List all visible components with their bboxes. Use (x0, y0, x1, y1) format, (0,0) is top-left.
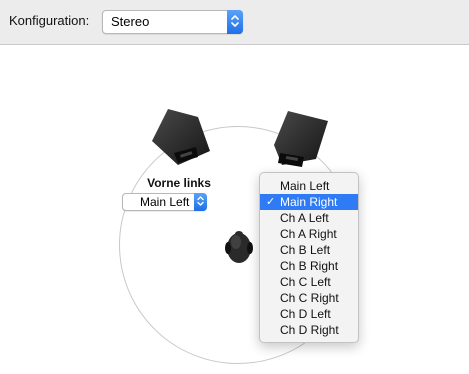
menu-item-label: Ch A Right (280, 227, 337, 241)
menu-item[interactable]: ✓ Main Right (260, 194, 358, 210)
speaker-icon[interactable] (272, 109, 330, 176)
menu-item-label: Main Right (280, 195, 338, 209)
menu-item[interactable]: Ch A Left (260, 210, 358, 226)
front-left-channel-select[interactable]: Main Left (122, 193, 207, 211)
menu-item[interactable]: Ch D Right (260, 322, 358, 338)
listener-head-icon (224, 226, 254, 271)
menu-item-label: Ch D Left (280, 307, 331, 321)
configuration-select[interactable]: Stereo (102, 10, 243, 34)
menu-item[interactable]: Ch B Left (260, 242, 358, 258)
up-down-chevron-icon (194, 193, 207, 211)
menu-item[interactable]: Ch C Left (260, 274, 358, 290)
menu-item[interactable]: Ch D Left (260, 306, 358, 322)
speaker-icon[interactable] (150, 107, 212, 174)
menu-item-label: Ch D Right (280, 323, 339, 337)
channel-dropdown-menu: Main Left ✓ Main Right Ch A Left Ch A Right C… (259, 172, 359, 343)
menu-item[interactable]: Ch A Right (260, 226, 358, 242)
front-left-select-value: Main Left (140, 195, 190, 209)
menu-item-label: Ch A Left (280, 211, 329, 225)
menu-item[interactable]: Main Left (260, 178, 358, 194)
menu-item-label: Ch B Right (280, 259, 339, 273)
menu-item-label: Ch C Right (280, 291, 339, 305)
menu-item-label: Ch C Left (280, 275, 331, 289)
checkmark-icon: ✓ (266, 196, 276, 208)
configuration-label: Konfiguration: (9, 13, 90, 28)
up-down-chevron-icon (227, 10, 243, 34)
front-left-label: Vorne links (147, 176, 211, 190)
configuration-select-value: Stereo (111, 14, 150, 29)
menu-item[interactable]: Ch B Right (260, 258, 358, 274)
menu-item-label: Ch B Left (280, 243, 331, 257)
menu-item-label: Main Left (280, 179, 330, 193)
toolbar: Konfiguration: Stereo (0, 0, 469, 45)
menu-item[interactable]: Ch C Right (260, 290, 358, 306)
